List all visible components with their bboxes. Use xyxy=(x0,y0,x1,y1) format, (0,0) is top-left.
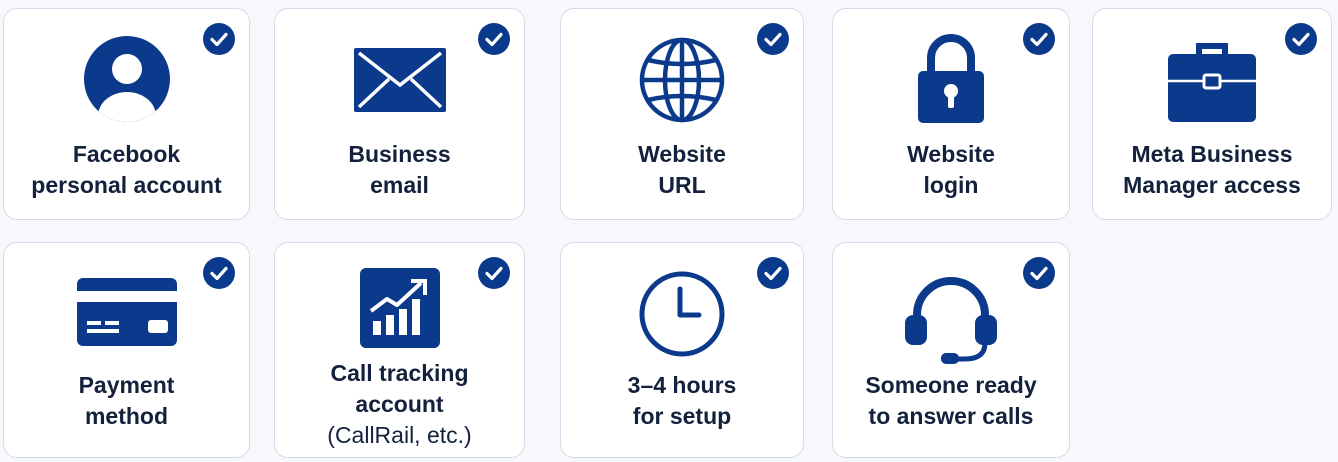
check-icon xyxy=(757,23,789,55)
card-label: 3–4 hours for setup xyxy=(627,372,737,429)
credit-card-icon xyxy=(76,278,177,346)
check-icon xyxy=(1285,23,1317,55)
card-label: Website URL xyxy=(638,141,726,198)
growth-chart-icon xyxy=(359,268,440,348)
check-icon xyxy=(478,23,510,55)
requirement-card-facebook: Facebook personal account xyxy=(3,8,250,220)
card-label: Website login xyxy=(907,141,995,198)
check-icon xyxy=(203,23,235,55)
requirement-card-website-login: Website login xyxy=(832,8,1070,220)
card-label: Facebook personal account xyxy=(31,141,222,198)
padlock-icon xyxy=(918,34,984,123)
card-label: Payment method xyxy=(78,372,175,429)
card-label: Call tracking account (CallRail, etc.) xyxy=(327,360,472,448)
check-icon xyxy=(1023,257,1055,289)
requirement-card-meta-business-manager: Meta Business Manager access xyxy=(1092,8,1332,220)
check-icon xyxy=(203,257,235,289)
check-icon xyxy=(1023,23,1055,55)
card-label: Business email xyxy=(348,141,451,198)
requirement-card-business-email: Business email xyxy=(274,8,525,220)
globe-icon xyxy=(639,37,725,123)
user-circle-icon xyxy=(83,36,170,122)
headset-icon xyxy=(905,277,997,364)
requirement-card-payment-method: Payment method xyxy=(3,242,250,458)
clock-icon xyxy=(639,271,725,357)
requirement-card-website-url: Website URL xyxy=(560,8,804,220)
briefcase-icon xyxy=(1168,43,1256,122)
requirement-card-answer-calls: Someone ready to answer calls xyxy=(832,242,1070,458)
card-label: Someone ready to answer calls xyxy=(865,372,1037,429)
check-icon xyxy=(478,257,510,289)
envelope-icon xyxy=(353,48,446,112)
check-icon xyxy=(757,257,789,289)
card-label: Meta Business Manager access xyxy=(1123,141,1301,198)
requirement-card-call-tracking: Call tracking account (CallRail, etc.) xyxy=(274,242,525,458)
requirement-card-setup-time: 3–4 hours for setup xyxy=(560,242,804,458)
